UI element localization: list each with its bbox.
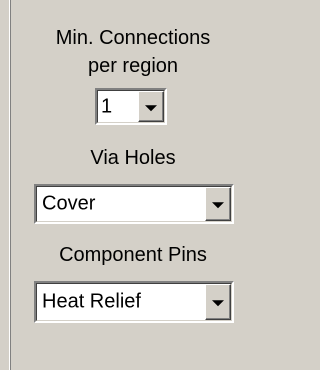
chevron-down-icon <box>212 300 224 307</box>
min-connections-dropdown-button[interactable] <box>138 91 164 122</box>
via-holes-value: Cover <box>42 192 96 215</box>
panel-left-edge <box>0 0 14 370</box>
min-connections-value: 1 <box>101 95 113 117</box>
edge-shadow <box>10 0 11 370</box>
chevron-down-icon <box>212 202 224 209</box>
min-connections-select[interactable]: 1 <box>95 88 167 125</box>
min-connections-label-line1: Min. Connections <box>55 27 211 49</box>
min-connections-label-line2: per region <box>87 55 179 77</box>
component-pins-label: Component Pins <box>59 244 207 266</box>
connection-settings-panel: Min. Connections per region 1 Via Holes … <box>14 0 252 370</box>
component-pins-dropdown-button[interactable] <box>205 284 231 320</box>
via-holes-label: Via Holes <box>90 147 176 169</box>
component-pins-select[interactable]: Heat Relief <box>34 281 234 323</box>
via-holes-select[interactable]: Cover <box>34 184 234 224</box>
via-holes-dropdown-button[interactable] <box>205 187 231 221</box>
chevron-down-icon <box>145 104 157 111</box>
component-pins-value: Heat Relief <box>42 290 141 313</box>
